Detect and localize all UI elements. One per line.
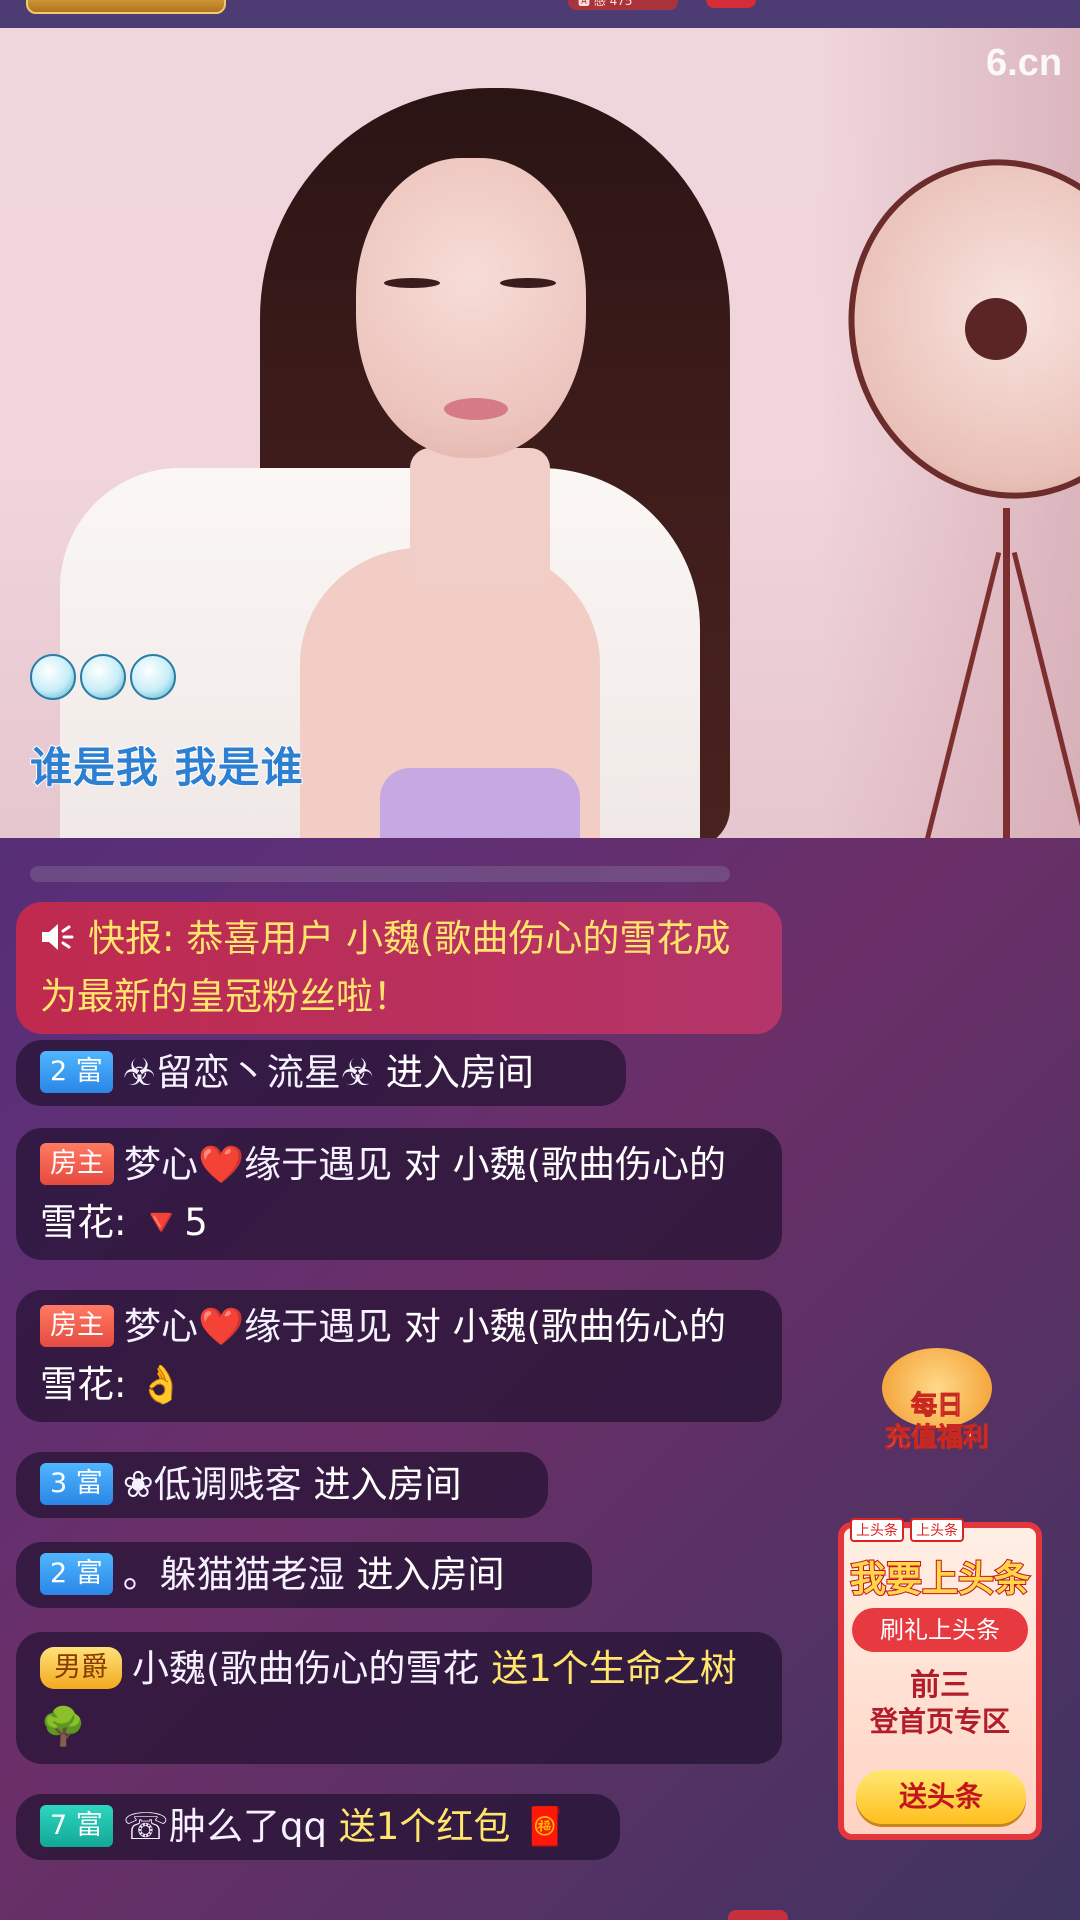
chat-username[interactable]: 梦心❤️缘于遇见 bbox=[124, 1143, 392, 1186]
announcement-prefix: 快报: bbox=[88, 917, 175, 960]
chat-username[interactable]: ☏肿么了qq bbox=[123, 1805, 327, 1848]
room-logo-badge[interactable] bbox=[26, 0, 226, 14]
streamer-eye bbox=[500, 278, 556, 288]
promo-label-line1: 每日 bbox=[910, 1391, 963, 1422]
chat-message: 2 富 ☣留恋丶流星☣ 进入房间 bbox=[16, 1040, 626, 1106]
gift-text: 送1个红包 bbox=[338, 1805, 511, 1848]
chat-action: 进入房间 bbox=[385, 1051, 534, 1094]
chat-scroll-handle[interactable] bbox=[30, 866, 730, 882]
chat-message: 2 富。躲猫猫老湿 进入房间 bbox=[16, 1542, 592, 1608]
chat-username[interactable]: 梦心❤️缘于遇见 bbox=[124, 1305, 392, 1348]
chat-username[interactable]: ❀低调贱客 bbox=[123, 1463, 302, 1506]
daily-recharge-promo[interactable]: 每日 充值福利 bbox=[862, 1348, 1012, 1468]
chat-message: 3 富 ❀低调贱客 进入房间 bbox=[16, 1452, 548, 1518]
bottom-tab-indicator bbox=[728, 1910, 788, 1920]
headline-tag: 上头条 bbox=[910, 1518, 964, 1542]
headline-subtitle: 刷礼上头条 bbox=[852, 1608, 1028, 1652]
streamer-eye bbox=[384, 278, 440, 288]
host-badge: 房主 bbox=[40, 1304, 114, 1347]
promo-label-line2: 充值福利 bbox=[884, 1423, 989, 1454]
noble-badge[interactable]: 男爵 bbox=[40, 1646, 122, 1689]
wealth-level-badge[interactable]: 7 富 bbox=[40, 1804, 113, 1847]
chat-message: 房主 梦心❤️缘于遇见 对 小魏(歌曲伤心的雪花: 🔻5 bbox=[16, 1128, 782, 1260]
top-status-pill[interactable]: 🅰 感 475 bbox=[568, 0, 678, 10]
announcement-message: 快报: 恭喜用户 小魏(歌曲伤心的雪花成为最新的皇冠粉丝啦！ bbox=[16, 902, 782, 1034]
headline-line2: 登首页专区 bbox=[869, 1705, 1010, 1738]
chat-emoji: 👌 bbox=[138, 1363, 185, 1406]
chat-username[interactable]: 小魏(歌曲伤心的雪花 bbox=[132, 1647, 479, 1690]
gift-text: 送1个生命之树 bbox=[491, 1647, 737, 1690]
site-watermark: 6.cn bbox=[986, 42, 1063, 84]
send-headline-button[interactable]: 送头条 bbox=[856, 1770, 1026, 1824]
headline-tag: 上头条 bbox=[850, 1518, 904, 1542]
karaoke-lyric: 谁是我 我是谁 bbox=[29, 742, 304, 793]
lyric-dot-icon bbox=[130, 654, 176, 700]
headline-title: 我要上头条 bbox=[849, 1558, 1031, 1601]
speaker-icon bbox=[42, 923, 74, 950]
chat-message: 男爵 小魏(歌曲伤心的雪花 送1个生命之树 🌳 bbox=[16, 1632, 782, 1764]
chat-action: 进入房间 bbox=[356, 1553, 505, 1596]
chat-message: 房主 梦心❤️缘于遇见 对 小魏(歌曲伤心的雪花: 👌 bbox=[16, 1290, 782, 1422]
chat-connector: 对 bbox=[403, 1143, 441, 1186]
streamer-lips bbox=[444, 398, 508, 420]
streamer-top bbox=[380, 768, 580, 838]
red-packet-icon: 🧧 bbox=[522, 1805, 569, 1848]
lyric-dot-icon bbox=[30, 654, 76, 700]
top-red-button[interactable] bbox=[706, 0, 756, 8]
host-badge: 房主 bbox=[40, 1142, 114, 1185]
wealth-level-badge[interactable]: 3 富 bbox=[40, 1462, 113, 1505]
chat-username[interactable]: 。躲猫猫老湿 bbox=[123, 1553, 345, 1596]
chat-action: 进入房间 bbox=[313, 1463, 462, 1506]
gift-icon: 🌳 bbox=[40, 1705, 87, 1748]
lamp-bulb bbox=[965, 298, 1027, 360]
chat-emoji: 🔻5 bbox=[138, 1201, 208, 1244]
streamer-neck bbox=[410, 448, 550, 588]
live-video[interactable]: 6.cn 谁是我 我是谁 bbox=[0, 28, 1080, 838]
promo-label: 每日 充值福利 bbox=[862, 1390, 1012, 1454]
lyric-progress-dots bbox=[30, 654, 176, 700]
chat-connector: 对 bbox=[403, 1305, 441, 1348]
headline-line1: 前三 bbox=[910, 1668, 970, 1703]
wealth-level-badge[interactable]: 2 富 bbox=[40, 1552, 113, 1595]
chat-message: 7 富 ☏肿么了qq 送1个红包 🧧 bbox=[16, 1794, 620, 1860]
wealth-level-badge[interactable]: 2 富 bbox=[40, 1050, 113, 1093]
lyric-dot-icon bbox=[80, 654, 126, 700]
headline-tags: 上头条 上头条 bbox=[850, 1518, 964, 1542]
chat-username[interactable]: ☣留恋丶流星☣ bbox=[123, 1051, 374, 1094]
lamp-pole bbox=[1003, 508, 1010, 838]
